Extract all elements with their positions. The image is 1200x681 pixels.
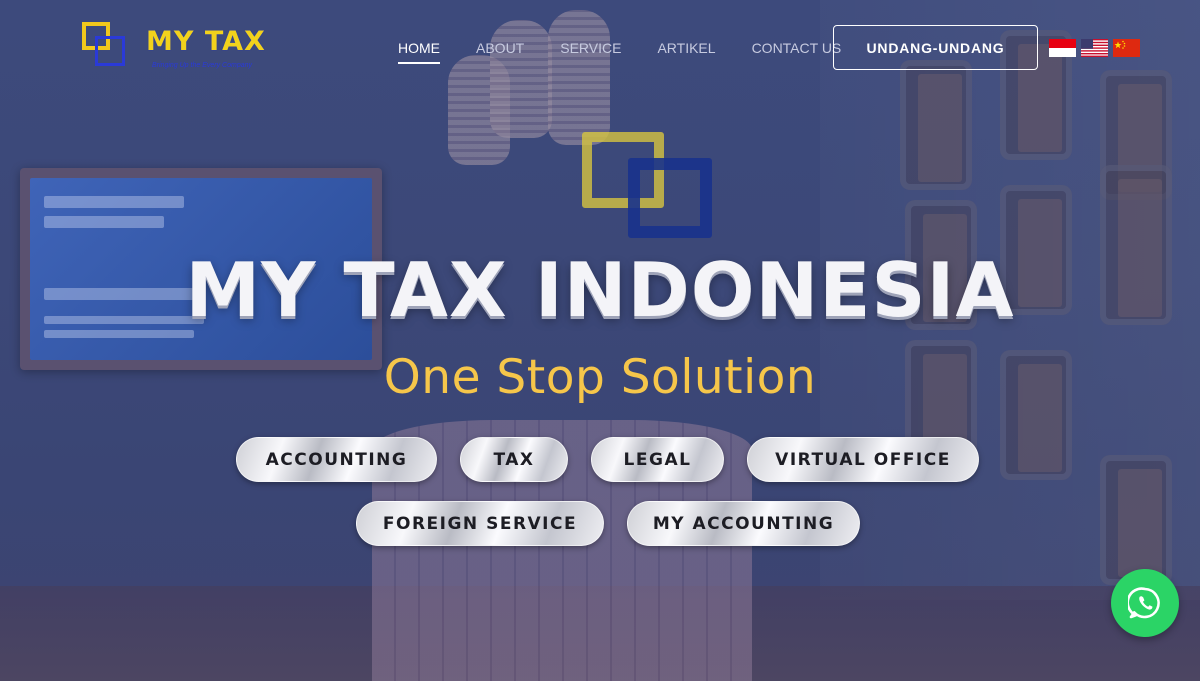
- hero-section: MY TAX Bringing Up the Every Company HOM…: [0, 0, 1200, 681]
- site-logo[interactable]: MY TAX Bringing Up the Every Company: [82, 22, 272, 72]
- site-header: MY TAX Bringing Up the Every Company HOM…: [0, 0, 1200, 90]
- whatsapp-button[interactable]: [1111, 569, 1179, 637]
- logo-tagline: Bringing Up the Every Company: [152, 62, 252, 69]
- background-logo-blue: [628, 158, 712, 238]
- nav-about[interactable]: ABOUT: [476, 40, 524, 64]
- logo-text: MY TAX: [146, 26, 266, 57]
- flag-usa-icon[interactable]: [1081, 39, 1108, 57]
- logo-mark-blue: [95, 36, 125, 66]
- service-virtual-office-button[interactable]: VIRTUAL OFFICE: [747, 437, 979, 482]
- flag-indonesia-icon[interactable]: [1049, 39, 1076, 57]
- flag-china-icon[interactable]: [1113, 39, 1140, 57]
- whatsapp-icon: [1128, 587, 1160, 619]
- hero-subtitle: One Stop Solution: [383, 350, 817, 405]
- nav-home[interactable]: HOME: [398, 40, 440, 64]
- main-nav: HOME ABOUT SERVICE ARTIKEL CONTACT US: [398, 40, 877, 64]
- undang-undang-button[interactable]: UNDANG-UNDANG: [833, 25, 1038, 70]
- service-foreign-service-button[interactable]: FOREIGN SERVICE: [356, 501, 604, 546]
- service-my-accounting-button[interactable]: MY ACCOUNTING: [627, 501, 860, 546]
- language-switcher: [1049, 39, 1140, 57]
- nav-contact-us[interactable]: CONTACT US: [752, 40, 842, 64]
- service-accounting-button[interactable]: ACCOUNTING: [236, 437, 437, 482]
- service-tax-button[interactable]: TAX: [460, 437, 568, 482]
- hero-title: MY TAX INDONESIA: [185, 246, 1015, 334]
- nav-service[interactable]: SERVICE: [560, 40, 621, 64]
- wall-niche: [1100, 455, 1172, 585]
- service-legal-button[interactable]: LEGAL: [591, 437, 724, 482]
- nav-artikel[interactable]: ARTIKEL: [657, 40, 715, 64]
